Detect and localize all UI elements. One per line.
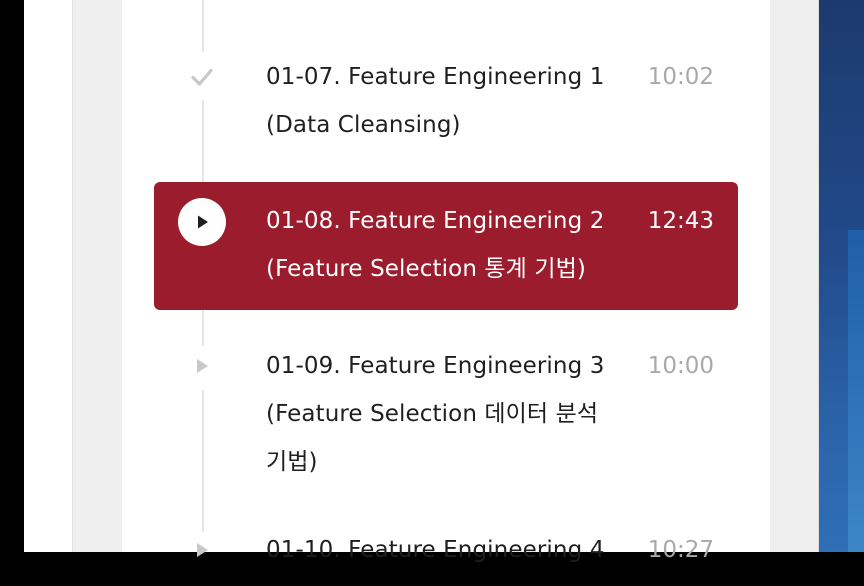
lesson-duration: 10:00 xyxy=(647,353,714,379)
play-circle-icon[interactable] xyxy=(178,198,226,246)
play-small-icon xyxy=(178,526,226,574)
lesson-title: 01-09. Feature Engineering 3 (Feature Se… xyxy=(266,353,605,475)
lesson-duration: 10:27 xyxy=(647,537,714,563)
lesson-item-01-10[interactable]: 01-10. Feature Engineering 4 10:27 xyxy=(154,526,738,586)
lesson-item-01-07[interactable]: 01-07. Feature Engineering 1 (Data Clean… xyxy=(154,53,738,182)
gutter-edge xyxy=(72,0,73,552)
lesson-title: 01-10. Feature Engineering 4 xyxy=(266,537,605,563)
lesson-title: 01-08. Feature Engineering 2 (Feature Se… xyxy=(266,208,605,282)
lesson-title: 01-07. Feature Engineering 1 (Data Clean… xyxy=(266,64,605,138)
timeline-line xyxy=(202,310,204,346)
lesson-item-01-08[interactable]: 01-08. Feature Engineering 2 (Feature Se… xyxy=(154,182,738,310)
play-small-icon xyxy=(178,342,226,390)
lesson-item-01-09[interactable]: 01-09. Feature Engineering 3 (Feature Se… xyxy=(154,342,738,492)
right-gutter xyxy=(770,0,818,552)
lesson-duration: 12:43 xyxy=(647,208,714,234)
left-gutter xyxy=(72,0,122,552)
check-icon xyxy=(178,53,226,101)
timeline-line xyxy=(202,0,204,52)
desktop-background-accent xyxy=(848,230,864,552)
lesson-duration: 10:02 xyxy=(647,64,714,90)
desktop-left-edge xyxy=(0,0,24,552)
window-edge xyxy=(818,0,819,552)
